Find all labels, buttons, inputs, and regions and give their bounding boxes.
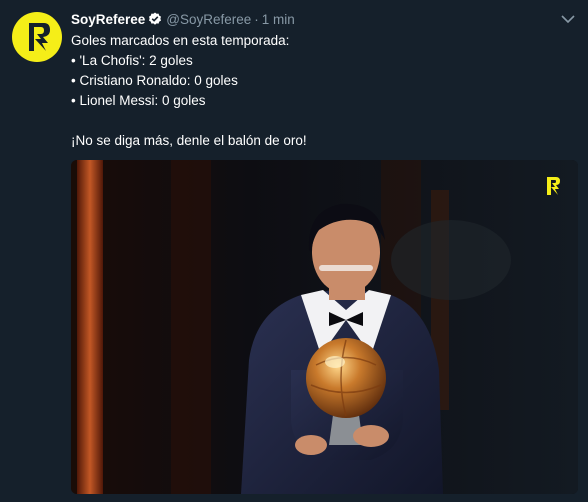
tweet-text-line: Goles marcados en esta temporada: [71,33,290,48]
chevron-down-icon[interactable] [560,12,576,24]
avatar[interactable] [12,12,62,62]
author-handle[interactable]: @SoyReferee [166,12,251,27]
tweet-header: SoyReferee @SoyReferee · 1 min [71,11,295,29]
tweet-text-line: • Cristiano Ronaldo: 0 goles [71,73,238,88]
tweet-timestamp[interactable]: 1 min [262,12,295,27]
tweet-text-line: • 'La Chofis': 2 goles [71,53,193,68]
soyreferee-logo-icon [29,23,50,51]
tweet[interactable]: SoyReferee @SoyReferee · 1 min Goles marcad… [0,0,588,502]
separator: · [254,12,259,27]
tweet-text: Goles marcados en esta temporada: • 'La … [71,31,571,151]
verified-icon [148,12,162,31]
ballon-dor-photo [71,160,578,494]
author-name[interactable]: SoyReferee [71,12,145,27]
tweet-text-line: • Lionel Messi: 0 goles [71,93,206,108]
tweet-text-line: ¡No se diga más, denle el balón de oro! [71,133,307,148]
tweet-media-image[interactable] [71,160,578,494]
